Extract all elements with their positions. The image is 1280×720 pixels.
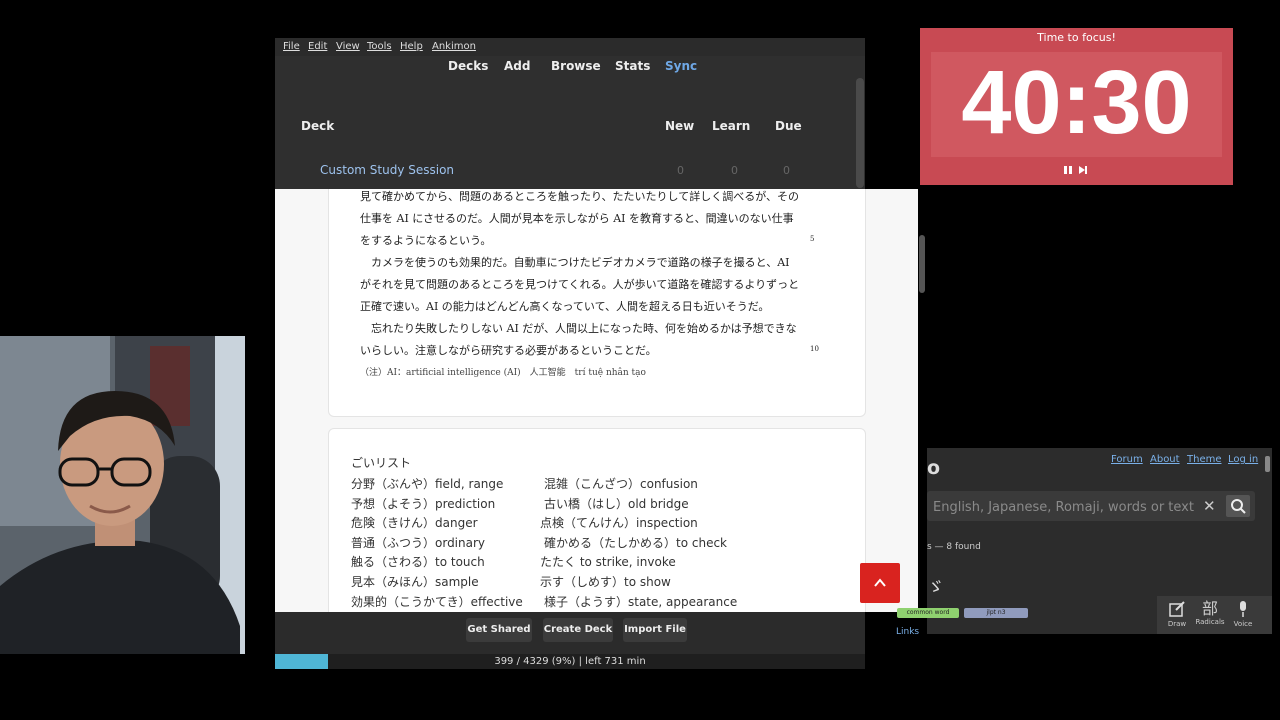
timer-display: 40:30 [931,52,1222,157]
forum-link[interactable]: Forum [1111,454,1143,465]
deck-due-count: 0 [783,164,790,177]
vocab-item: 確かめる（たしかめる）to check [544,536,727,550]
login-link[interactable]: Log in [1228,454,1258,465]
vocab-item: たたく to strike, invoke [540,555,676,569]
page-scrollbar[interactable] [919,235,925,293]
tab-add[interactable]: Add [504,59,530,73]
draw-label: Draw [1167,620,1187,628]
new-header: New [665,119,695,133]
skip-icon[interactable] [1079,166,1087,174]
passage-line: 正確で速い。AI の能力はどんどん高くなっていて、人間を超える日も近いそうだ。 [360,300,770,313]
reading-passage-card: 見て確かめてから、問題のあるところを触ったり、たたいたりして詳しく調べるが、その… [328,189,866,417]
dictionary-search-bar: ✕ [927,491,1255,521]
vocab-item: 混雑（こんざつ）confusion [544,477,698,491]
input-tools: Draw 部 Radicals Voice [1157,596,1272,634]
timer-value: 40:30 [961,53,1192,153]
theme-link[interactable]: Theme [1187,454,1222,465]
tab-sync[interactable]: Sync [665,59,697,73]
radicals-label: Radicals [1195,618,1225,626]
import-file-button[interactable]: Import File [623,618,687,642]
passage-line: をするようになるという。 [360,234,492,247]
chevron-up-icon [874,578,886,587]
passage-line: 忘れたり失敗したりしない AI だが、人間以上になった時、何を始めるかは予想でき… [360,322,797,335]
result-word: ゞ [927,578,944,598]
dictionary-logo: o [927,457,941,479]
menu-edit[interactable]: Edit [308,41,327,52]
webcam-person-image [0,336,245,654]
vocab-item: 危険（きけん）danger [351,516,478,530]
footnote: （注）AI：artificial intelligence (AI) 人工智能 … [360,368,646,378]
passage-line: 見て確かめてから、問題のあるところを触ったり、たたいたりして詳しく調べるが、その [360,190,800,203]
vocab-item: 点検（てんけん）inspection [540,516,698,530]
learn-header: Learn [712,119,751,133]
line-number: 5 [810,235,815,243]
search-button[interactable] [1226,495,1250,517]
microphone-icon [1240,601,1246,617]
vocab-item: 見本（みほん）sample [351,575,479,589]
pause-icon[interactable] [1064,166,1072,174]
radicals-tool[interactable]: 部 Radicals [1195,599,1225,627]
menu-file[interactable]: File [283,41,300,52]
tab-decks[interactable]: Decks [448,59,488,73]
dictionary-panel: o Forum About Theme Log in ✕ s — 8 found… [896,448,1272,637]
jlpt-tag: jlpt n3 [964,608,1028,618]
search-input[interactable] [931,497,1201,517]
voice-label: Voice [1233,620,1253,628]
passage-line: 仕事を AI にさせるのだ。人間が見本を示しながら AI を教育すると、間違いの… [360,212,794,225]
webcam-feed [0,336,245,654]
vocab-item: 触る（さわる）to touch [351,555,485,569]
main-toolbar: Decks Add Browse Stats Sync [275,59,865,79]
voice-tool[interactable]: Voice [1228,600,1258,628]
draw-tool[interactable]: Draw [1162,600,1192,628]
reading-page: 見て確かめてから、問題のあるところを触ったり、たたいたりして詳しく調べるが、その… [275,189,918,612]
tab-stats[interactable]: Stats [615,59,650,73]
menu-ankimon[interactable]: Ankimon [432,41,476,52]
vocab-item: 効果的（こうかてき）effective [351,595,523,609]
deck-new-count: 0 [677,164,684,177]
vocab-item: 予想（よそう）prediction [351,497,496,511]
search-icon [1231,499,1246,514]
pencil-icon [1169,601,1185,617]
menu-bar: File Edit View Tools Help Ankimon [275,38,865,56]
deck-header: Deck [301,119,335,133]
vocab-item: 古い橋（はし）old bridge [544,497,689,511]
vocab-item: 分野（ぶんや）field, range [351,477,504,491]
line-number: 10 [810,345,819,353]
about-link[interactable]: About [1150,454,1180,465]
vocab-item: 様子（ようす）state, appearance [544,595,738,609]
deck-custom-study[interactable]: Custom Study Session [320,163,454,177]
common-word-tag: common word [897,608,959,618]
links-label[interactable]: Links [896,627,919,637]
menu-view[interactable]: View [336,41,360,52]
deck-list-scrollbar[interactable] [856,78,864,188]
due-header: Due [775,119,802,133]
passage-line: いらしい。注意しながら研究する必要があるということだ。 [360,344,657,357]
get-shared-button[interactable]: Get Shared [466,618,532,642]
clear-icon[interactable]: ✕ [1203,497,1216,515]
bottom-bar: Get Shared Create Deck Import File 399 /… [275,612,865,669]
timer-label: Time to focus! [1037,31,1116,44]
passage-line: カメラを使うのも効果的だ。自動車につけたビデオカメラで道路の様子を撮ると、AI [360,256,790,269]
radical-icon: 部 [1201,599,1218,618]
timer-controls[interactable] [1064,165,1090,178]
create-deck-button[interactable]: Create Deck [543,618,613,642]
focus-timer: Time to focus! 40:30 [920,28,1233,185]
vocab-item: 普通（ふつう）ordinary [351,536,486,550]
passage-line: がそれを見て問題のあるところを見つけてくれる。人が歩いて道路を確認するよりずっと [360,278,800,291]
menu-tools[interactable]: Tools [367,41,392,52]
vocab-item: 示す（しめす）to show [540,575,671,589]
tab-browse[interactable]: Browse [551,59,601,73]
vocab-title: ごいリスト [351,456,412,470]
results-count: s — 8 found [927,542,981,552]
menu-help[interactable]: Help [400,41,423,52]
scroll-to-top-button[interactable] [860,563,900,603]
vocab-list-card: ごいリスト 分野（ぶんや）field, range 予想（よそう）predict… [328,428,866,612]
deck-learn-count: 0 [731,164,738,177]
dictionary-scrollbar[interactable] [1265,456,1270,472]
progress-text: 399 / 4329 (9%) | left 731 min [494,656,646,667]
